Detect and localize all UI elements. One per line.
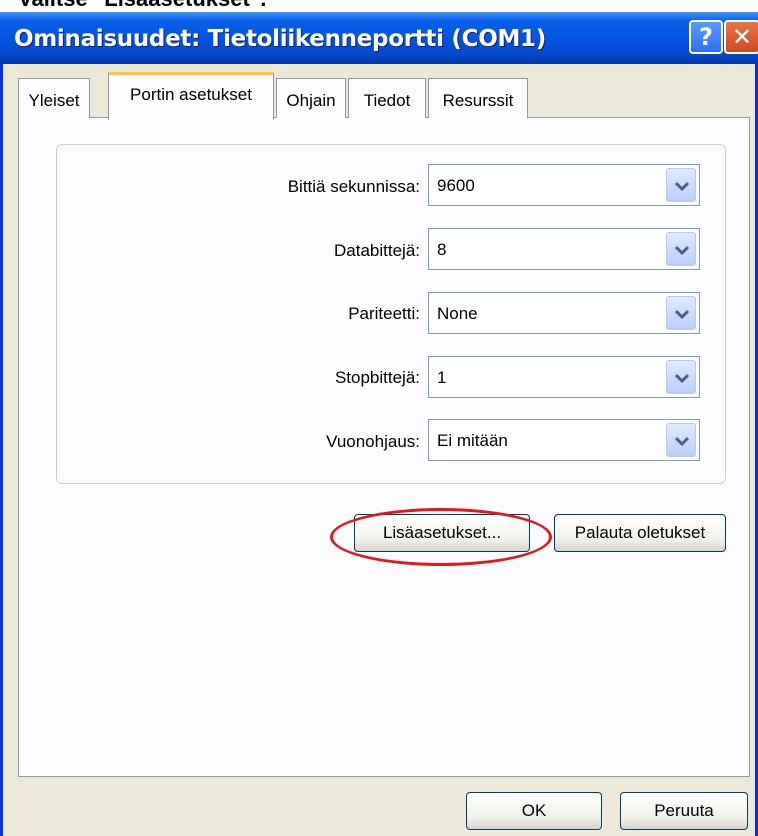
parity-label: Pariteetti: (348, 304, 420, 323)
baud-rate-value: 9600 (437, 176, 475, 195)
highlight-ellipse (330, 508, 552, 566)
instruction-caption: Valitse "Lisäasetukset". (18, 0, 266, 12)
flow-control-select[interactable]: Ei mitään (428, 419, 700, 461)
flow-control-value: Ei mitään (437, 431, 508, 450)
tab-details[interactable]: Tiedot (348, 78, 426, 118)
data-bits-value: 8 (437, 240, 447, 259)
stop-bits-label: Stopbittejä: (334, 368, 420, 387)
title-bar[interactable]: Ominaisuudet: Tietoliikenneportti (COM1) (0, 12, 758, 64)
tab-driver[interactable]: Ohjain (276, 78, 346, 118)
stop-bits-value: 1 (437, 368, 447, 387)
data-bits-label: Databittejä: (334, 241, 420, 260)
ok-button[interactable]: OK (466, 792, 602, 830)
flow-control-label: Vuonohjaus: (326, 432, 420, 451)
tab-resources[interactable]: Resurssit (428, 78, 528, 118)
tab-general[interactable]: Yleiset (18, 78, 90, 118)
chevron-down-icon[interactable] (666, 168, 696, 202)
close-icon: ✕ (731, 23, 753, 51)
help-button[interactable]: ? (689, 20, 723, 54)
baud-rate-label: Bittiä sekunnissa: (287, 177, 420, 196)
chevron-down-icon[interactable] (666, 296, 696, 330)
window-title: Ominaisuudet: Tietoliikenneportti (COM1) (14, 26, 546, 52)
stop-bits-select[interactable]: 1 (428, 356, 700, 398)
cancel-button[interactable]: Peruuta (620, 792, 748, 830)
restore-defaults-button[interactable]: Palauta oletukset (554, 514, 726, 552)
chevron-down-icon[interactable] (666, 423, 696, 457)
tab-port-settings[interactable]: Portin asetukset (108, 72, 274, 120)
chevron-down-icon[interactable] (666, 360, 696, 394)
close-button[interactable]: ✕ (724, 20, 758, 54)
parity-value: None (437, 304, 478, 323)
baud-rate-select[interactable]: 9600 (428, 164, 700, 206)
help-icon: ? (699, 23, 713, 51)
parity-select[interactable]: None (428, 292, 700, 334)
chevron-down-icon[interactable] (666, 232, 696, 266)
data-bits-select[interactable]: 8 (428, 228, 700, 270)
